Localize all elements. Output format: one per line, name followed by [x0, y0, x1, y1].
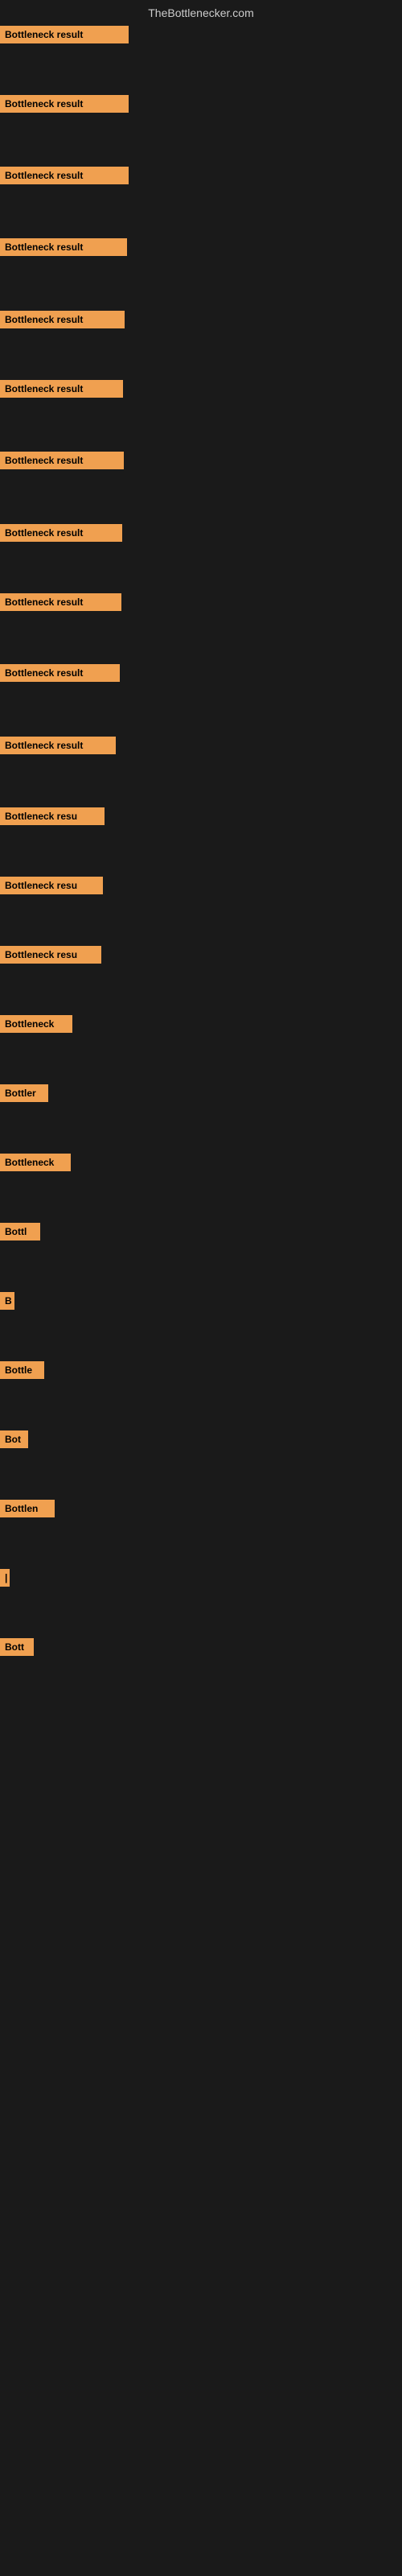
bottleneck-bar-3[interactable]: Bottleneck result	[0, 167, 129, 184]
bar-row-17: Bottleneck	[0, 1154, 71, 1175]
bottleneck-bar-1[interactable]: Bottleneck result	[0, 26, 129, 43]
bottleneck-bar-2[interactable]: Bottleneck result	[0, 95, 129, 113]
bar-row-23: |	[0, 1569, 10, 1591]
bottleneck-bar-15[interactable]: Bottleneck	[0, 1015, 72, 1033]
bar-row-2: Bottleneck result	[0, 95, 129, 117]
bar-row-16: Bottler	[0, 1084, 48, 1106]
bottleneck-bar-8[interactable]: Bottleneck result	[0, 524, 122, 542]
bar-row-7: Bottleneck result	[0, 452, 124, 473]
bar-row-18: Bottl	[0, 1223, 40, 1245]
bottleneck-bar-19[interactable]: B	[0, 1292, 14, 1310]
site-title: TheBottlenecker.com	[0, 0, 402, 26]
bar-row-19: B	[0, 1292, 14, 1314]
bar-row-5: Bottleneck result	[0, 311, 125, 332]
bottleneck-bar-5[interactable]: Bottleneck result	[0, 311, 125, 328]
bottleneck-bar-18[interactable]: Bottl	[0, 1223, 40, 1241]
bottleneck-bar-12[interactable]: Bottleneck resu	[0, 807, 105, 825]
bar-row-8: Bottleneck result	[0, 524, 122, 546]
bar-row-13: Bottleneck resu	[0, 877, 103, 898]
bar-row-15: Bottleneck	[0, 1015, 72, 1037]
bottleneck-bar-16[interactable]: Bottler	[0, 1084, 48, 1102]
bottleneck-bar-6[interactable]: Bottleneck result	[0, 380, 123, 398]
bottleneck-bar-10[interactable]: Bottleneck result	[0, 664, 120, 682]
bottleneck-bar-23[interactable]: |	[0, 1569, 10, 1587]
bottleneck-bar-9[interactable]: Bottleneck result	[0, 593, 121, 611]
bottleneck-bar-20[interactable]: Bottle	[0, 1361, 44, 1379]
bottleneck-bar-14[interactable]: Bottleneck resu	[0, 946, 101, 964]
bar-row-6: Bottleneck result	[0, 380, 123, 402]
bar-row-20: Bottle	[0, 1361, 44, 1383]
bar-row-3: Bottleneck result	[0, 167, 129, 188]
bar-row-12: Bottleneck resu	[0, 807, 105, 829]
bar-row-21: Bot	[0, 1430, 28, 1452]
bar-row-10: Bottleneck result	[0, 664, 120, 686]
bar-row-22: Bottlen	[0, 1500, 55, 1521]
bar-row-24: Bott	[0, 1638, 34, 1660]
bottleneck-bar-7[interactable]: Bottleneck result	[0, 452, 124, 469]
bar-row-14: Bottleneck resu	[0, 946, 101, 968]
bar-row-1: Bottleneck result	[0, 26, 129, 47]
bottleneck-bar-17[interactable]: Bottleneck	[0, 1154, 71, 1171]
bar-row-11: Bottleneck result	[0, 737, 116, 758]
bar-row-4: Bottleneck result	[0, 238, 127, 260]
bottleneck-bar-22[interactable]: Bottlen	[0, 1500, 55, 1517]
bottleneck-bar-4[interactable]: Bottleneck result	[0, 238, 127, 256]
bottleneck-bar-24[interactable]: Bott	[0, 1638, 34, 1656]
bottleneck-bar-13[interactable]: Bottleneck resu	[0, 877, 103, 894]
bar-row-9: Bottleneck result	[0, 593, 121, 615]
bottleneck-bar-21[interactable]: Bot	[0, 1430, 28, 1448]
bottleneck-bar-11[interactable]: Bottleneck result	[0, 737, 116, 754]
